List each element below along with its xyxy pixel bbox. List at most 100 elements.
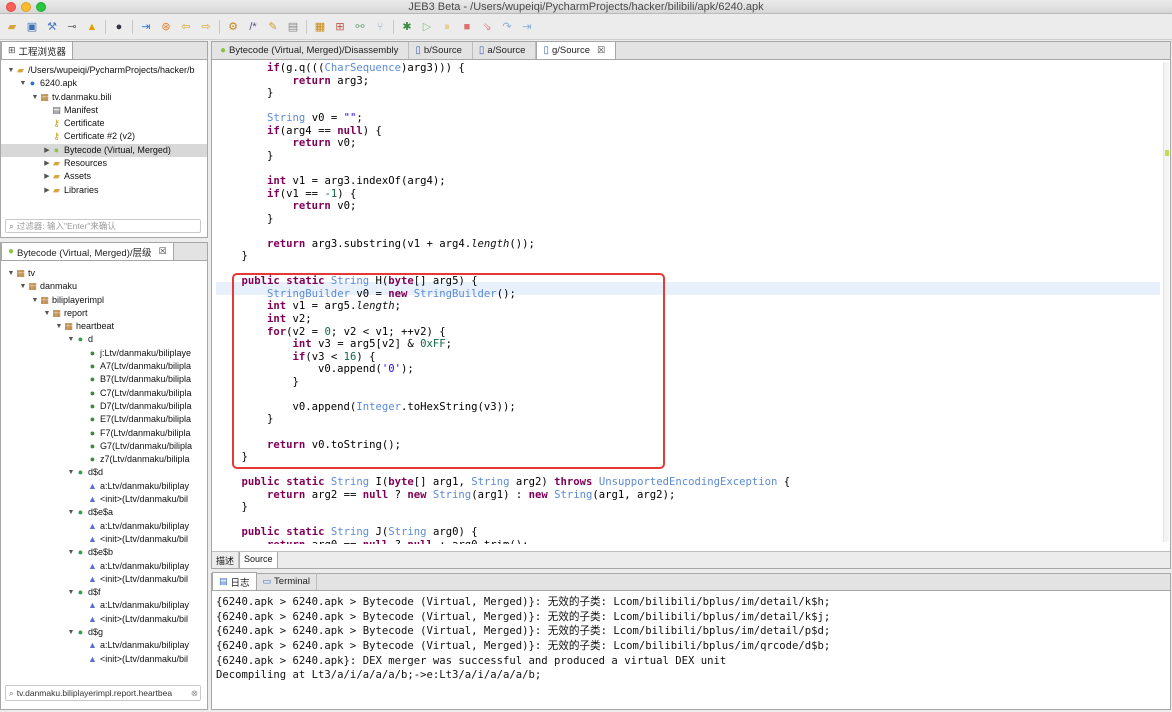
comment-icon[interactable]: /* [246,20,260,34]
forward-icon[interactable]: ⇨ [199,20,213,34]
expand-arrow-icon[interactable]: ▼ [67,626,75,639]
open-folder-icon[interactable]: ▰ [5,20,19,34]
tree-item[interactable]: ● D7(Ltv/danmaku/bilipla [1,400,207,413]
tree-item[interactable]: ▶ ▰ Libraries [1,184,207,197]
tree-item[interactable]: ▼ ● d$e$a [1,506,207,519]
editor-scrollbar[interactable] [1163,62,1169,542]
expand-arrow-icon[interactable]: ▼ [7,64,15,77]
tree-item[interactable]: ▶ ▰ Assets [1,170,207,183]
tree-item[interactable]: ▲ <init>(Ltv/danmaku/bil [1,653,207,666]
collapse-arrow-icon[interactable]: ▶ [43,157,51,170]
tree-item[interactable]: ▼ ▦ tv.danmaku.bili [1,91,207,104]
tree-item[interactable]: ▼ ▦ report [1,307,207,320]
expand-arrow-icon[interactable]: ▼ [19,77,27,90]
collapse-arrow-icon[interactable]: ▶ [43,170,51,183]
tree-item[interactable]: ▲ <init>(Ltv/danmaku/bil [1,533,207,546]
tree-item[interactable]: ⚷ Certificate [1,117,207,130]
pause-icon[interactable]: ⏸ [440,20,454,34]
tab-terminal[interactable]: ▭ Terminal [257,573,317,590]
expand-arrow-icon[interactable]: ▼ [67,333,75,346]
tree-item[interactable]: ▤ Manifest [1,104,207,117]
expand-arrow-icon[interactable]: ▼ [7,267,15,280]
share-icon[interactable]: ⚯ [353,20,367,34]
tree-item[interactable]: ● C7(Ltv/danmaku/bilipla [1,387,207,400]
tree-item[interactable]: ▶ ▰ Resources [1,157,207,170]
tree-item[interactable]: ▼ ● d$g [1,626,207,639]
bug-icon[interactable]: ✱ [400,20,414,34]
collapse-arrow-icon[interactable]: ▶ [43,144,51,157]
stop-icon[interactable]: ■ [460,20,474,34]
bookmark-icon[interactable]: ⊛ [159,20,173,34]
tree-item[interactable]: ● G7(Ltv/danmaku/bilipla [1,440,207,453]
call-graph-icon[interactable]: ⑂ [373,20,387,34]
tab-editor-0[interactable]: ● Bytecode (Virtual, Merged)/Disassembly [214,42,410,59]
expand-arrow-icon[interactable]: ▼ [55,320,63,333]
tree-item[interactable]: ▲ <init>(Ltv/danmaku/bil [1,573,207,586]
tree-item[interactable]: ▲ a:Ltv/danmaku/biliplay [1,560,207,573]
pen-icon[interactable]: ✎ [266,20,280,34]
step-into-icon[interactable]: ⇘ [480,20,494,34]
tree-item[interactable]: ▶ ● Bytecode (Virtual, Merged) [1,143,207,158]
tree-item[interactable]: ● j:Ltv/danmaku/biliplaye [1,347,207,360]
tree-item[interactable]: ▼ ● d$f [1,586,207,599]
step-return-icon[interactable]: ⇥ [520,20,534,34]
tab-source[interactable]: Source [239,552,278,568]
tree-item[interactable]: ▲ a:Ltv/danmaku/biliplay [1,639,207,652]
gear-icon[interactable]: ⚙ [226,20,240,34]
clear-search-icon[interactable]: ⊗ [191,688,198,699]
tree-item[interactable]: ▼ ▦ danmaku [1,280,207,293]
pin-icon[interactable]: ⊸ [65,20,79,34]
close-tab-icon[interactable]: ☒ [597,45,605,56]
tree-item[interactable]: ● E7(Ltv/danmaku/bilipla [1,413,207,426]
globe-icon[interactable]: ● [112,20,126,34]
tree-item[interactable]: ▼ ▰ /Users/wupeiqi/PycharmProjects/hacker/… [1,64,207,77]
tree-item[interactable]: ▼ ● 6240.apk [1,77,207,90]
expand-arrow-icon[interactable]: ▼ [31,91,39,104]
tree-item[interactable]: ▲ <init>(Ltv/danmaku/bil [1,613,207,626]
expand-arrow-icon[interactable]: ▼ [67,466,75,479]
hierarchy-search-input[interactable]: ⌕ tv.danmaku.biliplayerimpl.report.heart… [5,685,201,701]
tree-item[interactable]: ▼ ● d$d [1,466,207,479]
tree-item[interactable]: ⚷ Certificate #2 (v2) [1,130,207,143]
tree-item[interactable]: ▲ a:Ltv/danmaku/biliplay [1,599,207,612]
collapse-arrow-icon[interactable]: ▶ [43,184,51,197]
jump-icon[interactable]: ⇥ [139,20,153,34]
tree-item[interactable]: ▼ ● d [1,333,207,346]
expand-arrow-icon[interactable]: ▼ [43,307,51,320]
save-icon[interactable]: ▣ [25,20,39,34]
tree-item[interactable]: ▼ ▦ tv [1,267,207,280]
console-log[interactable]: {6240.apk > 6240.apk > Bytecode (Virtual… [216,595,1166,683]
wrench-icon[interactable]: ⚒ [45,20,59,34]
project-filter-input[interactable]: ⌕ 过滤器: 输入"Enter"来确认 [5,219,201,233]
tree-item[interactable]: ▼ ● d$e$b [1,546,207,559]
play-icon[interactable]: ▷ [420,20,434,34]
tree-item[interactable]: ▲ a:Ltv/danmaku/biliplay [1,480,207,493]
grid-icon[interactable]: ▦ [313,20,327,34]
tab-editor-2[interactable]: ▯ a/Source [473,42,537,59]
tree-icon[interactable]: ⊞ [333,20,347,34]
tab-description[interactable]: 描述 [212,552,240,568]
close-tab-icon[interactable]: ☒ [159,246,167,257]
tree-item[interactable]: ● z7(Ltv/danmaku/bilipla [1,453,207,466]
tab-log[interactable]: ▤ 日志 [212,572,257,590]
tab-editor-3[interactable]: ▯ g/Source ☒ [536,41,617,59]
tree-item[interactable]: ▼ ▦ heartbeat [1,320,207,333]
tree-item[interactable]: ● F7(Ltv/danmaku/bilipla [1,427,207,440]
step-over-icon[interactable]: ↷ [500,20,514,34]
tree-item[interactable]: ▲ <init>(Ltv/danmaku/bil [1,493,207,506]
tab-hierarchy[interactable]: ● Bytecode (Virtual, Merged)/层级 ☒ [1,242,174,260]
expand-arrow-icon[interactable]: ▼ [67,506,75,519]
tree-item[interactable]: ▲ a:Ltv/danmaku/biliplay [1,520,207,533]
expand-arrow-icon[interactable]: ▼ [19,280,27,293]
tree-item[interactable]: ▼ ▦ biliplayerimpl [1,294,207,307]
expand-arrow-icon[interactable]: ▼ [67,546,75,559]
expand-arrow-icon[interactable]: ▼ [67,586,75,599]
tab-project-browser[interactable]: ⊞ 工程浏览器 [1,41,74,59]
tree-item[interactable]: ● A7(Ltv/danmaku/bilipla [1,360,207,373]
tab-editor-1[interactable]: ▯ b/Source [409,42,473,59]
document-icon[interactable]: ▤ [286,20,300,34]
expand-arrow-icon[interactable]: ▼ [31,294,39,307]
tree-item[interactable]: ● B7(Ltv/danmaku/bilipla [1,373,207,386]
bomb-icon[interactable]: ▲ [85,20,99,34]
back-icon[interactable]: ⇦ [179,20,193,34]
